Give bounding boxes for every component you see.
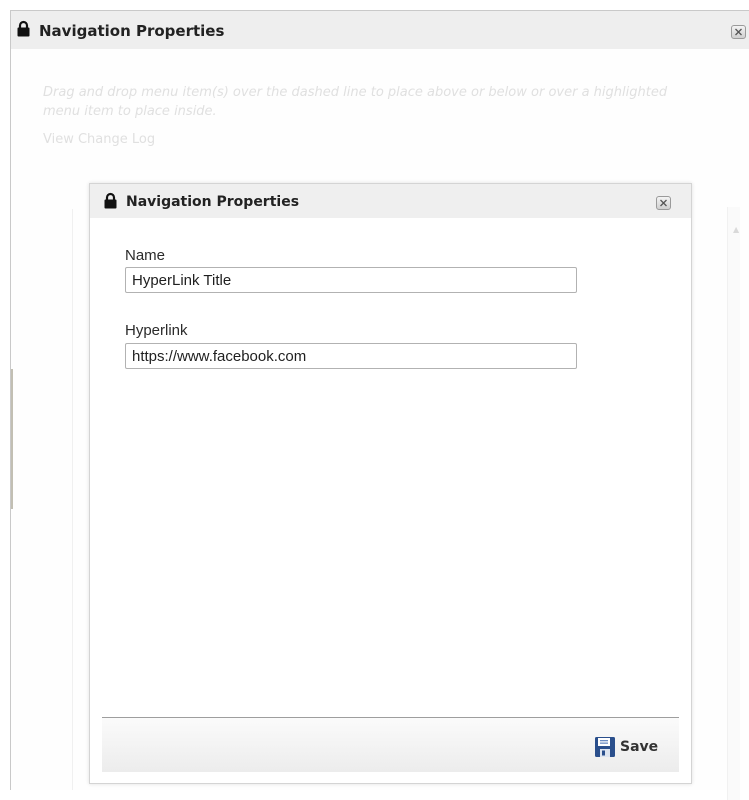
- scroll-up-arrow-icon[interactable]: ▲: [733, 225, 739, 234]
- save-button[interactable]: Save: [594, 735, 658, 759]
- drag-drop-instructions: Drag and drop menu item(s) over the dash…: [43, 85, 668, 119]
- floppy-disk-icon: [595, 737, 615, 757]
- lock-icon: [17, 20, 30, 37]
- name-label: Name: [125, 247, 166, 264]
- dialog-title: Navigation Properties: [126, 194, 300, 210]
- hyperlink-label: Hyperlink: [125, 322, 188, 339]
- faint-edge-mark: [11, 369, 13, 509]
- view-change-log-link[interactable]: View Change Log: [43, 132, 155, 147]
- lock-icon: [104, 192, 117, 209]
- outer-close-button[interactable]: [731, 25, 746, 39]
- dialog-body: Name Hyperlink: [102, 218, 679, 718]
- close-icon: [660, 199, 667, 207]
- close-icon: [735, 28, 742, 36]
- menu-tree-scrollbar[interactable]: [727, 207, 740, 800]
- save-button-label: Save: [620, 739, 659, 755]
- outer-dialog-header: Navigation Properties: [11, 11, 749, 49]
- dialog-header: Navigation Properties: [90, 184, 691, 218]
- outer-dialog-title: Navigation Properties: [39, 22, 225, 40]
- dialog-footer: Save: [102, 718, 679, 772]
- dialog-close-button[interactable]: [656, 196, 671, 210]
- navigation-properties-dialog: Navigation Properties Name Hyperlink Sav…: [89, 183, 692, 784]
- hyperlink-input[interactable]: [125, 343, 577, 369]
- name-input[interactable]: [125, 267, 577, 293]
